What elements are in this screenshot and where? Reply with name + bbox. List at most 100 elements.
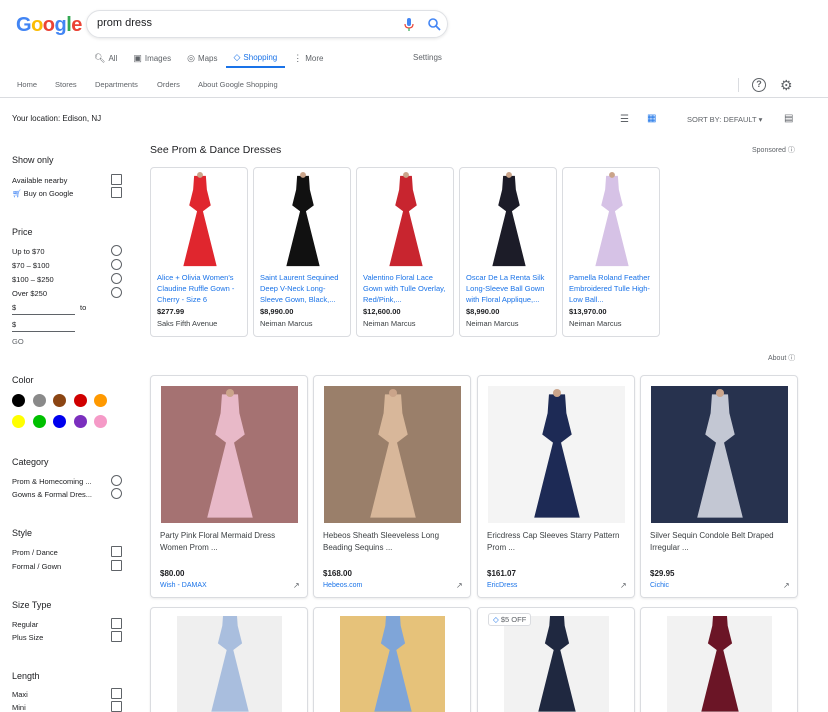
filter-style-title: Style [12,528,33,538]
category-option-radio[interactable] [111,488,122,499]
discount-badge: ◇ $5 OFF [488,613,532,626]
open-external-icon[interactable]: ↗ [783,581,790,590]
subnav-home[interactable]: Home [17,80,37,89]
product-price: $168.00 [323,569,352,578]
color-swatch[interactable] [94,415,107,428]
search-input[interactable]: prom dress [97,17,152,29]
price-option-radio[interactable] [111,245,122,256]
result-card[interactable] [313,607,471,712]
list-view-icon[interactable]: ☰ [620,114,629,125]
product-title[interactable]: Ericdress Cap Sleeves Starry Pattern Pro… [487,530,627,554]
result-card[interactable]: Party Pink Floral Mermaid Dress Women Pr… [150,375,308,598]
color-swatch[interactable] [12,394,25,407]
product-image [183,172,217,267]
open-external-icon[interactable]: ↗ [293,581,300,590]
product-image[interactable] [340,616,445,712]
color-swatch[interactable] [73,394,87,407]
result-card[interactable]: ◇ $5 OFF [477,607,635,712]
product-title[interactable]: Saint Laurent Sequined Deep V-Neck Long-… [260,272,348,305]
size-type-option-checkbox[interactable] [111,618,122,629]
dress-illustration [210,616,249,712]
tab-all[interactable]: 🔍︎ All [86,48,125,68]
filter-category-title: Category [12,457,49,467]
sponsored-label[interactable]: Sponsored ⓘ [752,145,795,155]
product-store: Neiman Marcus [363,319,416,328]
product-title[interactable]: Alice + Olivia Women's Claudine Ruffle G… [157,272,245,305]
tab-more[interactable]: ⋮ More [285,48,331,68]
product-store[interactable]: EricDress [487,582,517,589]
color-swatch[interactable] [53,394,66,407]
price-max-input[interactable]: $ [12,320,16,329]
price-go-button[interactable]: GO [12,337,24,346]
filter-buy-on-google-checkbox[interactable] [111,187,122,198]
result-card[interactable]: Ericdress Cap Sleeves Starry Pattern Pro… [477,375,635,598]
tab-maps[interactable]: ◎ Maps [179,48,225,68]
length-option-checkbox[interactable] [111,688,122,699]
sponsored-product-card[interactable]: Alice + Olivia Women's Claudine Ruffle G… [150,167,248,337]
price-min-input[interactable]: $ [12,303,16,312]
location-label[interactable]: Your location: Edison, NJ [12,114,101,123]
about-label[interactable]: About ⓘ [768,353,795,363]
product-store[interactable]: Cichic [650,582,669,589]
product-image[interactable] [161,386,298,523]
tab-images[interactable]: ▣ Images [125,48,179,68]
product-title[interactable]: Valentino Floral Lace Gown with Tulle Ov… [363,272,451,305]
color-swatch[interactable] [32,394,46,407]
sponsored-product-card[interactable]: Valentino Floral Lace Gown with Tulle Ov… [356,167,454,337]
product-price: $80.00 [160,569,185,578]
open-external-icon[interactable]: ↗ [456,581,463,590]
search-box[interactable]: prom dress [86,10,448,38]
sponsored-product-card[interactable]: Pamella Roland Feather Embroidered Tulle… [562,167,660,337]
product-title[interactable]: Party Pink Floral Mermaid Dress Women Pr… [160,530,300,554]
price-option-radio[interactable] [111,287,122,298]
length-option-checkbox[interactable] [111,701,122,712]
sponsored-product-card[interactable]: Oscar De La Renta Silk Long-Sleeve Ball … [459,167,557,337]
product-title[interactable]: Pamella Roland Feather Embroidered Tulle… [569,272,657,305]
result-card[interactable]: Hebeos Sheath Sleeveless Long Beading Se… [313,375,471,598]
price-option-radio[interactable] [111,273,122,284]
subnav-orders[interactable]: Orders [157,80,180,89]
divider [738,78,739,92]
style-option-checkbox[interactable] [111,546,122,557]
search-icon[interactable] [427,17,441,31]
product-image[interactable] [488,386,625,523]
result-card[interactable] [150,607,308,712]
subnav-stores[interactable]: Stores [55,80,77,89]
product-image[interactable] [504,616,609,712]
style-option-checkbox[interactable] [111,560,122,571]
mic-icon[interactable] [404,18,414,31]
color-swatch[interactable] [53,415,66,428]
product-image[interactable] [177,616,282,712]
size-type-option-checkbox[interactable] [111,631,122,642]
price-option-radio[interactable] [111,259,122,270]
grid-view-icon[interactable]: ▦ [647,113,656,124]
category-option-radio[interactable] [111,475,122,486]
tab-shopping[interactable]: ◇ Shopping [225,48,286,68]
color-swatch[interactable] [73,415,87,428]
sponsored-product-card[interactable]: Saint Laurent Sequined Deep V-Neck Long-… [253,167,351,337]
result-card[interactable]: Silver Sequin Condole Belt Draped Irregu… [640,375,798,598]
product-image [389,172,423,267]
color-swatch[interactable] [32,415,46,428]
color-swatch[interactable] [94,394,107,407]
product-image[interactable] [651,386,788,523]
color-swatch[interactable] [12,415,25,428]
subnav-about[interactable]: About Google Shopping [198,80,278,89]
settings-link[interactable]: Settings [413,53,442,62]
sort-dropdown[interactable]: SORT BY: DEFAULT ▾ [687,115,762,124]
product-image[interactable] [667,616,772,712]
gear-icon[interactable]: ⚙ [780,77,793,94]
help-icon[interactable]: ? [752,78,766,92]
product-store[interactable]: Hebeos.com [323,582,362,589]
saved-list-icon[interactable]: ▤ [784,113,793,124]
product-title[interactable]: Silver Sequin Condole Belt Draped Irregu… [650,530,790,554]
result-card[interactable] [640,607,798,712]
product-store[interactable]: Wish - DAMAX [160,582,207,589]
filter-available-nearby-checkbox[interactable] [111,174,122,185]
product-image[interactable] [324,386,461,523]
subnav-departments[interactable]: Departments [95,80,138,89]
product-title[interactable]: Oscar De La Renta Silk Long-Sleeve Ball … [466,272,554,305]
google-logo[interactable]: Google [16,14,82,37]
open-external-icon[interactable]: ↗ [620,581,627,590]
product-title[interactable]: Hebeos Sheath Sleeveless Long Beading Se… [323,530,463,554]
